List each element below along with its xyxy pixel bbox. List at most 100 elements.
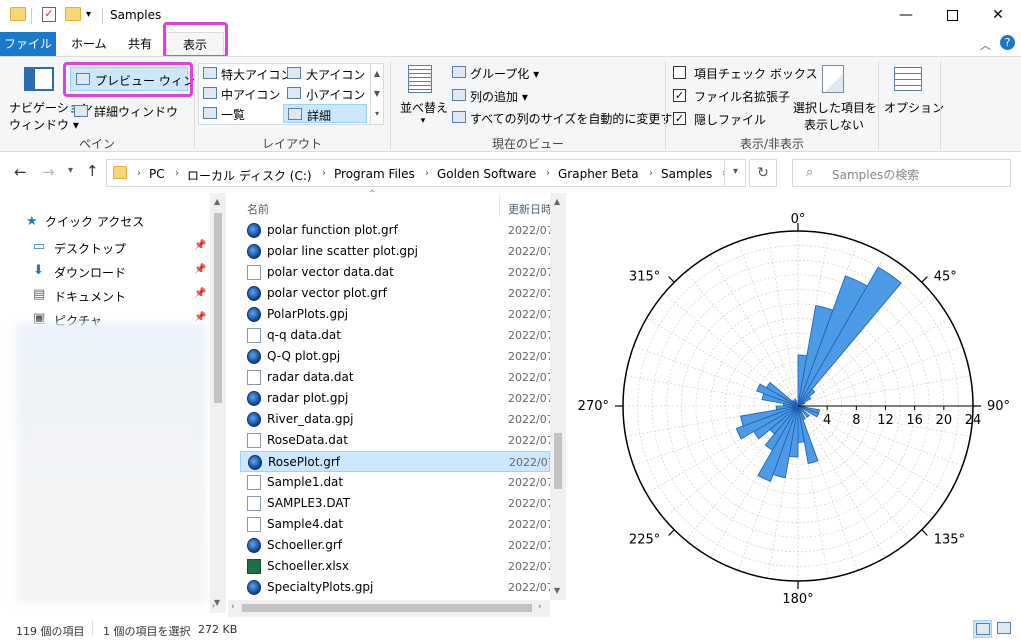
- file-list-hscroll[interactable]: ‹ ›: [228, 600, 550, 617]
- file-row[interactable]: Sample1.dat 2022/07: [240, 472, 550, 493]
- details-pane-icon: [74, 105, 88, 117]
- data-file-icon: [247, 265, 261, 280]
- ribbon-tabs: ファイル ホーム 共有 表示 ︿ ?: [0, 32, 1021, 56]
- file-list-scrollbar[interactable]: ▲ ▼: [550, 193, 566, 600]
- file-row[interactable]: polar function plot.grf 2022/07: [240, 220, 550, 241]
- pin-icon[interactable]: 📌: [194, 240, 206, 251]
- large-icons-view-button[interactable]: [995, 620, 1014, 638]
- nav-item[interactable]: ⬇ ダウンロード 📌: [0, 260, 208, 282]
- angle-label: 315°: [629, 269, 660, 284]
- layout-gallery-scroll[interactable]: ▲ ▼ ▾: [370, 64, 383, 124]
- forward-button[interactable]: →: [42, 163, 55, 181]
- new-folder-icon[interactable]: [65, 7, 81, 21]
- file-row[interactable]: Q-Q plot.gpj 2022/07: [240, 346, 550, 367]
- breadcrumb-item[interactable]: Golden Software: [437, 167, 536, 181]
- breadcrumb-separator-icon[interactable]: ›: [546, 168, 550, 179]
- file-row[interactable]: Sample4.dat 2022/07: [240, 514, 550, 535]
- breadcrumb-separator-icon[interactable]: ›: [649, 168, 653, 179]
- maximize-button[interactable]: [929, 0, 975, 30]
- grapher-file-icon: [247, 580, 261, 595]
- file-date: 2022/07: [508, 329, 550, 342]
- recent-locations-button[interactable]: ▾: [68, 165, 73, 176]
- file-row[interactable]: Schoeller.xlsx 2022/07: [240, 556, 550, 577]
- file-row[interactable]: RosePlot.grf 2022/07: [240, 451, 550, 472]
- file-row[interactable]: Schoeller.grf 2022/07: [240, 535, 550, 556]
- file-row[interactable]: polar vector plot.grf 2022/07: [240, 283, 550, 304]
- radial-label: 16: [906, 413, 923, 428]
- tab-home[interactable]: ホーム: [61, 32, 117, 56]
- column-header-name[interactable]: 名前: [247, 201, 269, 217]
- file-name: PolarPlots.gpj: [267, 307, 349, 321]
- address-bar[interactable]: › PC › ローカル ディスク (C:) › Program Files › Golden …: [106, 159, 746, 187]
- layout-details[interactable]: 詳細: [283, 104, 367, 123]
- details-view-button[interactable]: [973, 620, 992, 638]
- column-header-date[interactable]: 更新日時: [508, 201, 552, 217]
- column-divider[interactable]: [499, 195, 500, 217]
- breadcrumb-separator-icon[interactable]: ›: [137, 168, 141, 179]
- small-icons-icon: [287, 87, 301, 99]
- nav-item[interactable]: ▭ デスクトップ 📌: [0, 236, 208, 258]
- back-button[interactable]: ←: [14, 163, 27, 181]
- navigation-pane-button[interactable]: ナビゲーション ウィンドウ ▾: [9, 99, 93, 133]
- breadcrumb-item[interactable]: Samples: [661, 167, 712, 181]
- nav-item[interactable]: ▤ ドキュメント 📌: [0, 284, 208, 306]
- sort-by-button[interactable]: 並べ替え ▾: [400, 99, 448, 126]
- breadcrumb-separator-icon[interactable]: ›: [322, 168, 326, 179]
- file-row[interactable]: polar line scatter plot.gpj 2022/07: [240, 241, 550, 262]
- nav-quick-access[interactable]: クイック アクセス: [45, 211, 144, 233]
- file-row[interactable]: PolarPlots.gpj 2022/07: [240, 304, 550, 325]
- search-box[interactable]: ⌕ Samplesの検索: [792, 159, 1011, 187]
- file-row[interactable]: polar vector data.dat 2022/07: [240, 262, 550, 283]
- nav-item-label: ダウンロード: [54, 266, 127, 280]
- list-icon: [203, 107, 217, 119]
- breadcrumb-separator-icon[interactable]: ›: [425, 168, 429, 179]
- pin-icon[interactable]: 📌: [194, 264, 206, 275]
- radial-label: 20: [936, 413, 953, 428]
- file-row[interactable]: RoseData.dat 2022/07: [240, 430, 550, 451]
- file-row[interactable]: SpecialtyPlots.gpj 2022/07: [240, 577, 550, 598]
- hidden-items-label: 隠しファイル: [694, 113, 767, 127]
- size-all-columns-label: すべての列のサイズを自動的に変更する: [470, 112, 685, 126]
- sort-ascending-icon: ⌃: [368, 189, 377, 200]
- address-dropdown-button[interactable]: ▾: [724, 160, 746, 186]
- pane-group-label: ペイン: [78, 137, 115, 151]
- up-button[interactable]: ↑: [86, 162, 99, 180]
- breadcrumb-item[interactable]: Grapher Beta: [558, 167, 639, 181]
- tab-file[interactable]: ファイル: [0, 32, 56, 56]
- layout-extra-large-label: 特大アイコン: [221, 68, 293, 82]
- hide-selected-button[interactable]: 選択した項目を 表示しない: [793, 99, 877, 133]
- tab-share[interactable]: 共有: [118, 32, 162, 56]
- breadcrumb-item[interactable]: Program Files: [334, 167, 415, 181]
- file-row[interactable]: SAMPLE3.DAT 2022/07: [240, 493, 550, 514]
- close-button[interactable]: ✕: [975, 0, 1021, 30]
- help-icon[interactable]: ?: [1000, 35, 1015, 50]
- grapher-file-icon: [247, 349, 261, 364]
- refresh-button[interactable]: ↻: [749, 159, 777, 187]
- breadcrumb-item[interactable]: ローカル ディスク (C:): [187, 167, 312, 184]
- file-extensions-checkbox[interactable]: ✓: [673, 89, 686, 102]
- collapse-ribbon-icon[interactable]: ︿: [980, 37, 991, 53]
- minimize-button[interactable]: —: [883, 0, 929, 30]
- hidden-items-checkbox[interactable]: ✓: [673, 112, 686, 125]
- file-date: 2022/07: [508, 371, 550, 384]
- navigation-pane-icon: [24, 67, 54, 91]
- quick-access-toolbar-dropdown-icon[interactable]: ▾: [86, 9, 91, 20]
- properties-icon[interactable]: ✓: [42, 7, 56, 22]
- nav-hscroll[interactable]: ›: [0, 600, 226, 617]
- options-button[interactable]: オプション: [884, 99, 944, 116]
- item-checkboxes-checkbox[interactable]: [673, 66, 686, 79]
- layout-details-label: 詳細: [307, 109, 332, 123]
- file-row[interactable]: q-q data.dat 2022/07: [240, 325, 550, 346]
- file-date: 2022/07: [508, 476, 550, 489]
- file-date: 2022/07: [508, 497, 550, 510]
- details-view-icon: [976, 623, 990, 635]
- nav-scrollbar[interactable]: ▲ ▼: [210, 193, 226, 613]
- file-row[interactable]: River_data.gpj 2022/07: [240, 409, 550, 430]
- pin-icon[interactable]: 📌: [194, 288, 206, 299]
- file-row[interactable]: radar data.dat 2022/07: [240, 367, 550, 388]
- file-row[interactable]: radar plot.gpj 2022/07: [240, 388, 550, 409]
- breadcrumb-separator-icon[interactable]: ›: [175, 168, 179, 179]
- pin-icon[interactable]: 📌: [194, 312, 206, 323]
- options-label: オプション: [884, 101, 945, 115]
- breadcrumb-item[interactable]: PC: [149, 167, 165, 181]
